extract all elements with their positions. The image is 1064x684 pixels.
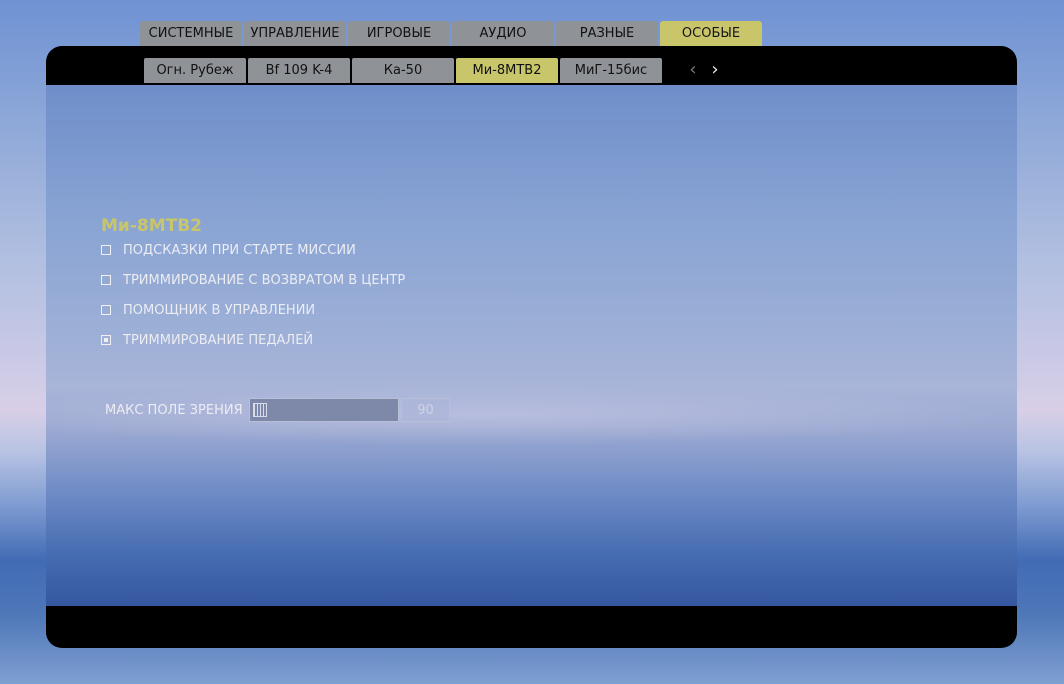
module-tab-mi8[interactable]: Ми-8МТВ2: [456, 58, 558, 83]
slider-handle[interactable]: [253, 403, 267, 417]
option-trim-return-center[interactable]: ТРИММИРОВАНИЕ С ВОЗВРАТОМ В ЦЕНТР: [101, 270, 405, 290]
tab-controls[interactable]: УПРАВЛЕНИЕ: [244, 21, 346, 46]
module-tab-ka50[interactable]: Ка-50: [352, 58, 454, 83]
module-tabs: Огн. Рубеж Bf 109 K-4 Ка-50 Ми-8МТВ2 МиГ…: [144, 58, 662, 83]
fov-slider[interactable]: [249, 398, 399, 422]
tab-system[interactable]: СИСТЕМНЫЕ: [140, 21, 242, 46]
option-control-helper[interactable]: ПОМОЩНИК В УПРАВЛЕНИИ: [101, 300, 315, 320]
option-mission-start-hints[interactable]: ПОДСКАЗКИ ПРИ СТАРТЕ МИССИИ: [101, 240, 356, 260]
chevron-right-icon[interactable]: ›: [705, 60, 725, 80]
checkbox[interactable]: [101, 335, 111, 345]
module-tab-fire-line[interactable]: Огн. Рубеж: [144, 58, 246, 83]
tab-misc[interactable]: РАЗНЫЕ: [556, 21, 658, 46]
module-tab-bf109[interactable]: Bf 109 K-4: [248, 58, 350, 83]
checkbox[interactable]: [101, 305, 111, 315]
option-label: ПОДСКАЗКИ ПРИ СТАРТЕ МИССИИ: [123, 242, 356, 258]
option-label: ПОМОЩНИК В УПРАВЛЕНИИ: [123, 302, 316, 318]
fov-label: МАКС ПОЛЕ ЗРЕНИЯ: [105, 402, 243, 418]
option-label: ТРИММИРОВАНИЕ ПЕДАЛЕЙ: [123, 332, 314, 348]
checkbox[interactable]: [101, 275, 111, 285]
checkbox[interactable]: [101, 245, 111, 255]
option-pedal-trim[interactable]: ТРИММИРОВАНИЕ ПЕДАЛЕЙ: [101, 330, 313, 350]
settings-category-tabs: СИСТЕМНЫЕ УПРАВЛЕНИЕ ИГРОВЫЕ АУДИО РАЗНЫ…: [140, 21, 762, 46]
options-area: Ми-8МТВ2 ПОДСКАЗКИ ПРИ СТАРТЕ МИССИИ ТРИ…: [46, 85, 1017, 606]
option-label: ТРИММИРОВАНИЕ С ВОЗВРАТОМ В ЦЕНТР: [123, 272, 406, 288]
settings-panel: Огн. Рубеж Bf 109 K-4 Ка-50 Ми-8МТВ2 МиГ…: [46, 46, 1017, 648]
module-title: Ми-8МТВ2: [101, 216, 203, 236]
fov-setting: МАКС ПОЛЕ ЗРЕНИЯ 90: [105, 398, 450, 422]
fov-value-field[interactable]: 90: [401, 398, 450, 422]
tab-audio[interactable]: АУДИО: [452, 21, 554, 46]
tab-gameplay[interactable]: ИГРОВЫЕ: [348, 21, 450, 46]
module-tab-mig15[interactable]: МиГ-15бис: [560, 58, 662, 83]
tab-special[interactable]: ОСОБЫЕ: [660, 21, 762, 46]
chevron-left-icon[interactable]: ‹: [683, 60, 703, 80]
